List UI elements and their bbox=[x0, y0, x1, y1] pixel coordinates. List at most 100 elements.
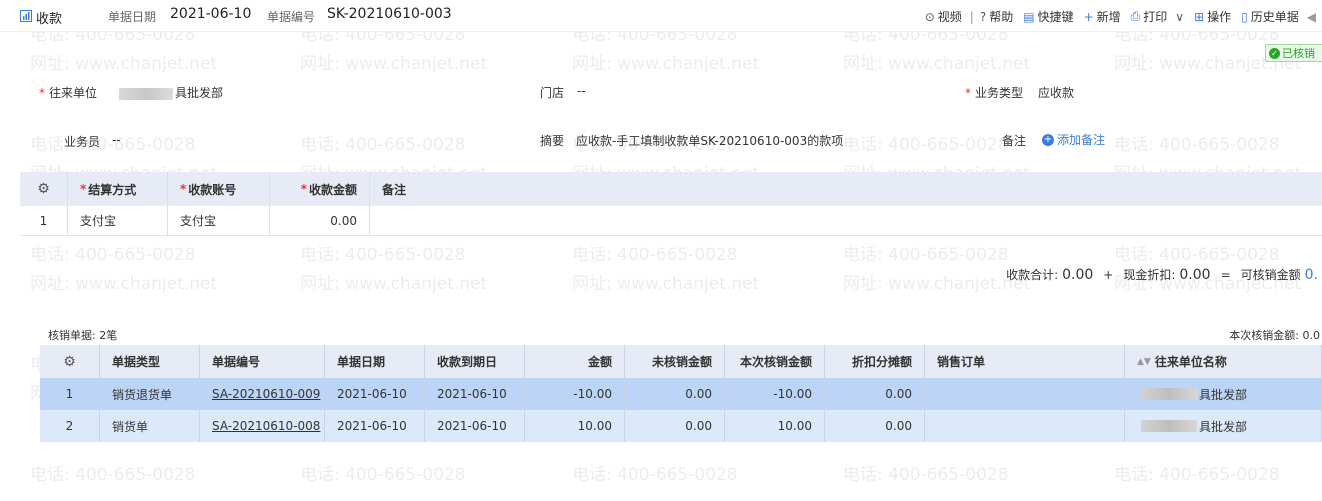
cell-type: 销货单 bbox=[100, 410, 200, 442]
video-button[interactable]: ⊙ 视频 bbox=[925, 8, 962, 25]
printer-icon: ⎙ bbox=[1130, 9, 1141, 23]
cell-partner: 具批发部 bbox=[1125, 410, 1322, 442]
table-row[interactable]: 1 销货退货单 SA-20210610-009 2021-06-10 2021-… bbox=[40, 378, 1322, 410]
partner-label: * 往来单位 bbox=[39, 84, 97, 101]
salesman-label: 业务员 bbox=[64, 135, 101, 149]
redacted-block bbox=[1141, 420, 1197, 432]
required-mark: * bbox=[965, 86, 971, 100]
cell-remark[interactable] bbox=[370, 206, 1322, 235]
summary-label: 摘要 bbox=[540, 134, 565, 148]
writeoff-count: 核销单据: 2笔 bbox=[48, 329, 118, 342]
shortcut-label: 快捷键 bbox=[1037, 10, 1074, 24]
check-circle-icon: ✓ bbox=[1269, 47, 1280, 59]
cell-discount[interactable]: 0.00 bbox=[825, 410, 925, 442]
add-remark-link[interactable]: + 添加备注 bbox=[1042, 131, 1105, 148]
col-amount: 金额 bbox=[525, 345, 625, 378]
summary-value[interactable]: 应收款-手工填制收款单SK-20210610-003的款项 bbox=[576, 132, 843, 149]
writeoff-value: 0. bbox=[1304, 267, 1318, 283]
row-index: 1 bbox=[40, 378, 100, 410]
cell-order bbox=[925, 410, 1125, 442]
page-header: 收款 单据日期 2021-06-10 单据编号 SK-20210610-003 … bbox=[0, 0, 1322, 32]
cell-amount: -10.00 bbox=[525, 378, 625, 410]
help-icon: ? bbox=[979, 9, 987, 24]
video-label: 视频 bbox=[937, 10, 962, 24]
toolbar: ⊙ 视频 | ? 帮助 ▤ 快捷键 + 新增 ⎙ 打印 ∨ ⊞ 操作 ▯ 历史单… bbox=[915, 8, 1316, 25]
add-button[interactable]: + 新增 bbox=[1084, 8, 1121, 25]
column-settings[interactable]: ⚙ bbox=[20, 172, 68, 206]
add-label: 新增 bbox=[1096, 10, 1121, 24]
watermark-phone: 电话: 400-665-0028 bbox=[843, 245, 1009, 265]
redacted-block bbox=[119, 87, 173, 100]
cell-discount[interactable]: 0.00 bbox=[825, 378, 925, 410]
col-no: 单据编号 bbox=[200, 345, 325, 378]
table-row[interactable]: 2 销货单 SA-20210610-008 2021-06-10 2021-06… bbox=[40, 410, 1322, 442]
partner-field[interactable]: 具批发部 bbox=[119, 84, 223, 101]
cell-partner-text: 具批发部 bbox=[1199, 419, 1248, 434]
watermark-phone: 电话: 400-665-0028 bbox=[30, 465, 196, 485]
sort-icon[interactable]: ▲▼ bbox=[1137, 357, 1151, 367]
watermark-phone: 电话: 400-665-0028 bbox=[572, 245, 738, 265]
biztype-label-text: 业务类型 bbox=[975, 86, 1024, 100]
current-writeoff-amount: 本次核销金额: 0.0 bbox=[1229, 329, 1320, 342]
col-current: 本次核销金额 bbox=[725, 345, 825, 378]
watermark-phone: 电话: 400-665-0028 bbox=[843, 135, 1009, 155]
watermark-phone: 电话: 400-665-0028 bbox=[300, 135, 466, 155]
cell-amount[interactable]: 0.00 bbox=[270, 206, 370, 235]
col-partner[interactable]: ▲▼ 往来单位名称 bbox=[1125, 345, 1322, 378]
help-button[interactable]: ? 帮助 bbox=[980, 8, 1013, 25]
equals-sign: = bbox=[1220, 268, 1231, 282]
cell-unwritten: 0.00 bbox=[625, 410, 725, 442]
doc-link[interactable]: SA-20210610-008 bbox=[200, 410, 325, 442]
watermark-phone: 电话: 400-665-0028 bbox=[1114, 465, 1280, 485]
table-row[interactable]: 1 支付宝 支付宝 0.00 bbox=[20, 206, 1322, 236]
cell-current[interactable]: 10.00 bbox=[725, 410, 825, 442]
plus-icon: + bbox=[1083, 9, 1094, 24]
chevron-left-icon[interactable]: ◀ bbox=[1307, 10, 1316, 24]
separator: | bbox=[969, 9, 974, 24]
doc-no-label: 单据编号 bbox=[267, 10, 316, 24]
partner-label-text: 往来单位 bbox=[49, 86, 98, 100]
cell-amount: 10.00 bbox=[525, 410, 625, 442]
watermark-site: 网址: www.chanjet.net bbox=[30, 274, 218, 294]
cell-account[interactable]: 支付宝 bbox=[168, 206, 270, 235]
operate-button[interactable]: ⊞ 操作 bbox=[1194, 8, 1231, 25]
biztype-value[interactable]: 应收款 bbox=[1038, 84, 1074, 101]
grid-icon: ⊞ bbox=[1194, 9, 1205, 24]
chart-icon bbox=[20, 10, 32, 25]
required-mark: * bbox=[39, 86, 45, 100]
row-index: 2 bbox=[40, 410, 100, 442]
doc-link-text[interactable]: SA-20210610-008 bbox=[212, 419, 320, 433]
watermark-site: 网址: www.chanjet.net bbox=[300, 274, 488, 294]
col-partner-label: 往来单位名称 bbox=[1154, 355, 1227, 369]
salesman-value[interactable]: -- bbox=[112, 133, 121, 147]
chevron-down-icon[interactable]: ∨ bbox=[1175, 10, 1184, 24]
history-label: 历史单据 bbox=[1250, 10, 1299, 24]
watermark-phone: 电话: 400-665-0028 bbox=[300, 245, 466, 265]
payment-table: ⚙ * 结算方式 * 收款账号 * 收款金额 备注 1 支付宝 支付宝 0.00 bbox=[20, 172, 1322, 236]
print-label: 打印 bbox=[1143, 10, 1168, 24]
shortcut-button[interactable]: ▤ 快捷键 bbox=[1023, 8, 1073, 25]
cell-current[interactable]: -10.00 bbox=[725, 378, 825, 410]
column-settings[interactable]: ⚙ bbox=[40, 345, 100, 378]
cell-due: 2021-06-10 bbox=[425, 378, 525, 410]
plus-sign: + bbox=[1103, 268, 1114, 282]
play-icon: ⊙ bbox=[924, 9, 935, 24]
history-button[interactable]: ▯ 历史单据 bbox=[1241, 8, 1299, 25]
document-icon: ▯ bbox=[1241, 9, 1248, 24]
received-label: 收款合计: bbox=[1006, 268, 1059, 282]
col-type: 单据类型 bbox=[100, 345, 200, 378]
plus-circle-icon: + bbox=[1042, 133, 1054, 146]
tab-receipt[interactable]: 收款 bbox=[20, 8, 62, 27]
store-value[interactable]: -- bbox=[577, 84, 586, 98]
watermark-phone: 电话: 400-665-0028 bbox=[1114, 245, 1280, 265]
cell-method[interactable]: 支付宝 bbox=[68, 206, 168, 235]
status-badge-label: 已核销 bbox=[1282, 47, 1315, 60]
print-button[interactable]: ⎙ 打印 ∨ bbox=[1131, 8, 1184, 25]
cell-partner: 具批发部 bbox=[1125, 378, 1322, 410]
doc-link[interactable]: SA-20210610-009 bbox=[200, 378, 325, 410]
col-amount: * 收款金额 bbox=[270, 172, 370, 206]
gear-icon: ⚙ bbox=[63, 353, 76, 370]
date-value: 2021-06-10 bbox=[170, 6, 252, 22]
doc-link-text[interactable]: SA-20210610-009 bbox=[212, 387, 320, 401]
totals-bar: 收款合计: 0.00 + 现金折扣: 0.00 = 可核销金额 0. bbox=[1006, 266, 1318, 283]
